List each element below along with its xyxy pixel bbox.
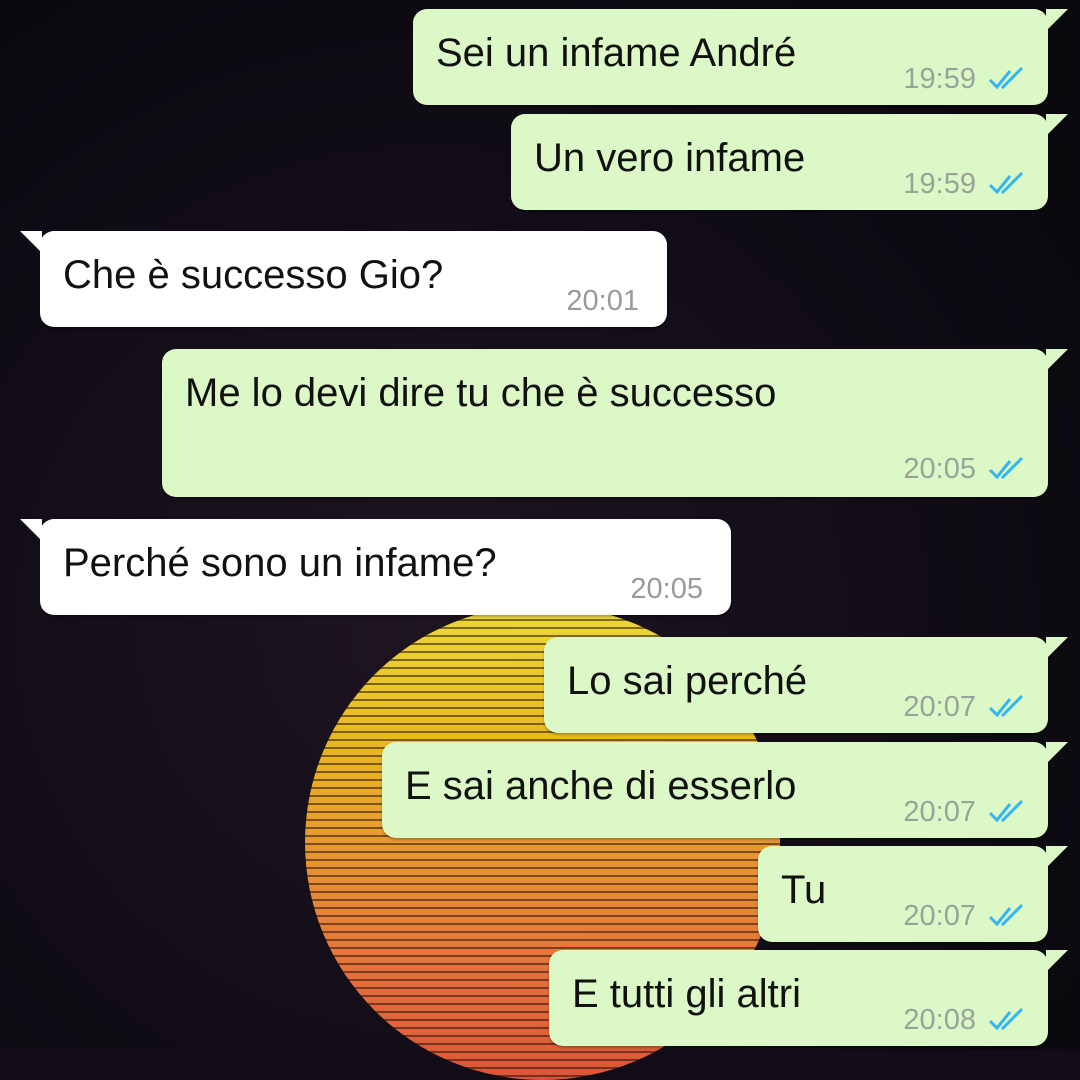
message-outgoing[interactable]: Me lo devi dire tu che è successo 20:05 [162,349,1068,497]
message-time: 20:05 [630,573,703,605]
message-text: Me lo devi dire tu che è successo [185,371,777,415]
message-outgoing[interactable]: E tutti gli altri 20:08 [549,950,1068,1046]
message-time: 19:59 [903,63,976,95]
double-check-icon [988,171,1024,195]
message-outgoing[interactable]: Sei un infame André 19:59 [413,9,1068,105]
double-check-icon [988,694,1024,718]
message-text: Sei un infame André [436,31,797,75]
message-time: 19:59 [903,168,976,200]
message-time: 20:07 [903,900,976,932]
double-check-icon [988,456,1024,480]
message-meta: 20:05 [630,565,703,613]
message-text: E tutti gli altri [572,972,801,1016]
message-text: Un vero infame [534,136,806,180]
message-text: Tu [781,868,827,912]
message-time: 20:07 [903,691,976,723]
message-text: Lo sai perché [567,659,808,703]
message-incoming[interactable]: Perché sono un infame? 20:05 [20,519,731,615]
message-meta: 20:01 [566,277,639,325]
message-time: 20:01 [566,285,639,317]
message-outgoing[interactable]: Lo sai perché 20:07 [544,637,1068,733]
message-time: 20:05 [903,453,976,485]
message-outgoing[interactable]: Un vero infame 19:59 [511,114,1068,210]
message-time: 20:07 [903,796,976,828]
message-meta: 19:59 [903,55,1026,103]
message-text: E sai anche di esserlo [405,764,797,808]
message-meta: 20:08 [903,996,1026,1044]
double-check-icon [988,903,1024,927]
message-meta: 20:05 [903,445,1026,493]
message-text: Perché sono un infame? [63,541,497,585]
message-outgoing[interactable]: Tu 20:07 [758,846,1068,942]
message-meta: 19:59 [903,160,1026,208]
message-incoming[interactable]: Che è successo Gio? 20:01 [20,231,667,327]
double-check-icon [988,66,1024,90]
message-meta: 20:07 [903,788,1026,836]
message-time: 20:08 [903,1004,976,1036]
message-text: Che è successo Gio? [63,253,444,297]
double-check-icon [988,1007,1024,1031]
message-outgoing[interactable]: E sai anche di esserlo 20:07 [382,742,1068,838]
double-check-icon [988,799,1024,823]
message-meta: 20:07 [903,683,1026,731]
message-meta: 20:07 [903,892,1026,940]
